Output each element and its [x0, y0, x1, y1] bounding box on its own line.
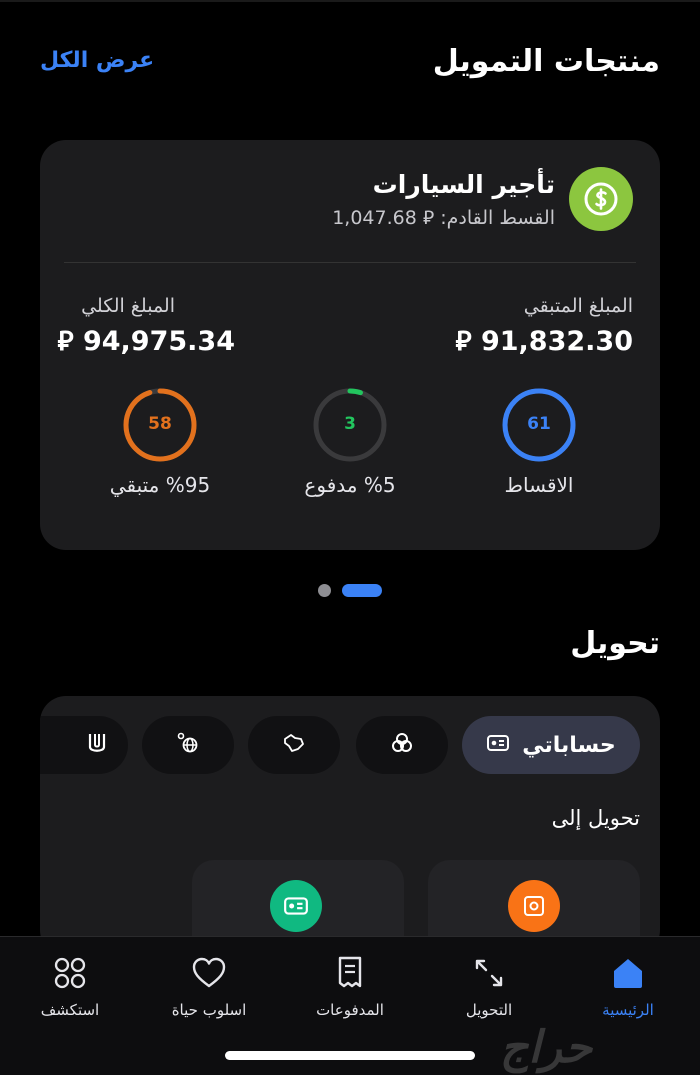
- home-icon: [573, 951, 683, 995]
- dollar-coin-icon: [569, 167, 633, 231]
- id-card-icon: [486, 733, 510, 757]
- product-name: تأجير السيارات: [372, 170, 555, 199]
- nav-transfer[interactable]: التحويل: [434, 951, 544, 1019]
- heart-icon: [154, 951, 264, 995]
- installments-ring: 61: [500, 386, 578, 468]
- installments-count: 61: [527, 414, 551, 434]
- chip-transfer-option-5[interactable]: [40, 716, 128, 774]
- nav-home-label: الرئيسية: [602, 1001, 654, 1019]
- chip-my-accounts[interactable]: حساباتي: [462, 716, 640, 774]
- remaining-amount-label: المبلغ المتبقي: [523, 295, 633, 317]
- chip-my-accounts-label: حساباتي: [522, 732, 616, 758]
- remaining-caption: %95 متبقي: [109, 473, 211, 497]
- remaining-amount-value: ⃁ 91,832.30: [455, 326, 633, 357]
- total-amount-label: المبلغ الكلي: [81, 295, 175, 317]
- paid-caption: %5 مدفوع: [304, 473, 396, 497]
- carousel-indicator[interactable]: [318, 583, 382, 597]
- nav-payments[interactable]: المدفوعات: [295, 951, 405, 1019]
- remaining-ring: 58: [121, 386, 199, 468]
- home-indicator[interactable]: [225, 1051, 475, 1060]
- paid-count: 3: [344, 414, 356, 434]
- total-amount-value: ⃁ 94,975.34: [57, 326, 235, 357]
- nav-home[interactable]: الرئيسية: [573, 951, 683, 1019]
- safe-icon: [508, 880, 560, 932]
- nav-transfer-label: التحويل: [465, 1001, 513, 1019]
- financing-product-card[interactable]: تأجير السيارات القسط القادم: ⃁ 1,047.68 …: [40, 140, 660, 550]
- id-card-icon: [270, 880, 322, 932]
- arrows-icon: [434, 951, 544, 995]
- nav-explore[interactable]: استكشف: [15, 951, 125, 1019]
- chip-transfer-option-2[interactable]: [356, 716, 448, 774]
- nav-payments-label: المدفوعات: [316, 1001, 384, 1019]
- page-dot-active[interactable]: [342, 584, 382, 597]
- card-divider: [64, 262, 636, 263]
- rings-icon: [389, 730, 415, 760]
- international-transfer-icon: [175, 730, 201, 760]
- view-all-link[interactable]: عرض الكل: [40, 48, 154, 73]
- top-divider: [0, 0, 700, 2]
- grid-icon: [15, 951, 125, 995]
- nav-lifestyle-label: اسلوب حياة: [171, 1001, 247, 1019]
- transfer-card: حساباتي تحويل إلى: [40, 696, 660, 956]
- transfer-section-title: تحويل: [570, 626, 660, 661]
- nav-lifestyle[interactable]: اسلوب حياة: [154, 951, 264, 1019]
- next-installment: القسط القادم: ⃁ 1,047.68: [332, 207, 555, 229]
- chip-transfer-option-3[interactable]: [248, 716, 340, 774]
- chip-transfer-option-4[interactable]: [142, 716, 234, 774]
- receipt-icon: [295, 951, 405, 995]
- western-union-icon: [86, 730, 108, 760]
- installments-caption: الاقساط: [504, 473, 574, 497]
- financing-section-title: منتجات التمويل: [432, 44, 660, 79]
- page-dot[interactable]: [318, 584, 331, 597]
- paid-ring: 3: [311, 386, 389, 468]
- nav-explore-label: استكشف: [40, 1001, 100, 1019]
- watermark: حراج: [500, 1022, 593, 1073]
- transfer-to-label: تحويل إلى: [551, 806, 640, 830]
- remaining-count: 58: [148, 414, 172, 434]
- saudi-map-icon: [281, 730, 307, 760]
